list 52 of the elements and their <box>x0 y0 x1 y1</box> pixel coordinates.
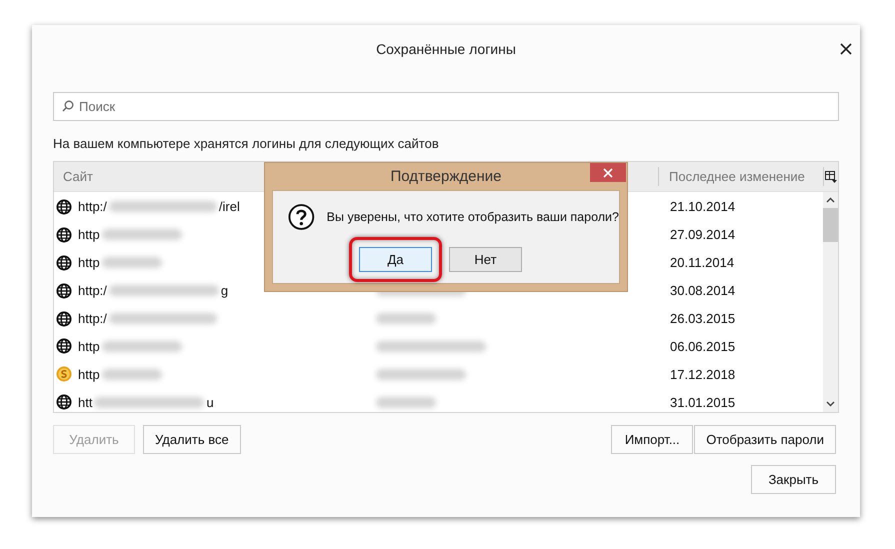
site-text: /irel <box>218 199 240 214</box>
scroll-down-icon[interactable] <box>826 401 835 407</box>
site-text: http:/ <box>78 283 107 298</box>
date-cell-text: 06.06.2015 <box>669 338 736 354</box>
button[interactable]: Нет <box>449 247 522 272</box>
site-text: http <box>78 227 100 242</box>
redaction-blur <box>376 313 436 324</box>
search-field[interactable]: Поиск <box>53 92 839 121</box>
button[interactable]: Удалить все <box>143 425 241 454</box>
globe-icon <box>56 394 72 410</box>
scrollbar[interactable] <box>823 192 838 412</box>
question-icon <box>288 203 315 231</box>
coin-icon <box>56 366 72 382</box>
close-icon[interactable] <box>840 43 852 55</box>
site-text: u <box>206 394 214 410</box>
dialog-message: Вы уверены, что хотите отобразить ваши пароли? <box>326 210 619 224</box>
site-text: http <box>78 366 100 382</box>
date-cell-text: 31.01.2015 <box>669 394 736 410</box>
description-text: На вашем компьютере хранятся логины для следующих сайтов <box>53 135 440 152</box>
dialog-title: Подтверждение <box>390 168 502 185</box>
redaction-blur <box>102 257 162 268</box>
redaction-blur <box>376 396 436 408</box>
column-header[interactable]: Последнее изменение <box>658 167 823 186</box>
date-cell-text: 26.03.2015 <box>669 311 736 326</box>
site-text: http <box>78 338 100 354</box>
date-cell-text: 20.11.2014 <box>669 255 736 270</box>
close-button[interactable] <box>590 163 626 182</box>
globe-icon <box>56 338 72 354</box>
scroll-thumb[interactable] <box>823 208 838 242</box>
globe-icon <box>56 254 72 271</box>
site-text: g <box>220 283 228 298</box>
site-text: http <box>78 255 100 270</box>
site-text: http:/ <box>78 311 107 326</box>
button[interactable]: Отобразить пароли <box>694 425 836 454</box>
column-picker-icon[interactable] <box>825 170 837 182</box>
globe-icon <box>56 282 72 299</box>
window-title: Сохранённые логины <box>376 40 516 56</box>
site-text: http:/ <box>78 199 107 214</box>
close-icon <box>603 168 613 178</box>
globe-icon <box>56 198 72 215</box>
date-cell-text: 17.12.2018 <box>669 366 736 382</box>
date-cell-text: 27.09.2014 <box>669 227 736 242</box>
button[interactable]: Да <box>359 247 432 272</box>
button[interactable]: Импорт... <box>611 425 694 454</box>
site-text: htt <box>78 394 92 410</box>
close-button[interactable]: Закрыть <box>751 465 836 494</box>
scroll-up-icon[interactable] <box>826 197 835 203</box>
date-cell-text: 30.08.2014 <box>669 283 736 298</box>
globe-icon <box>56 310 72 326</box>
date-cell-text: 21.10.2014 <box>669 199 736 214</box>
globe-icon <box>56 226 72 243</box>
redaction-blur <box>102 368 162 380</box>
